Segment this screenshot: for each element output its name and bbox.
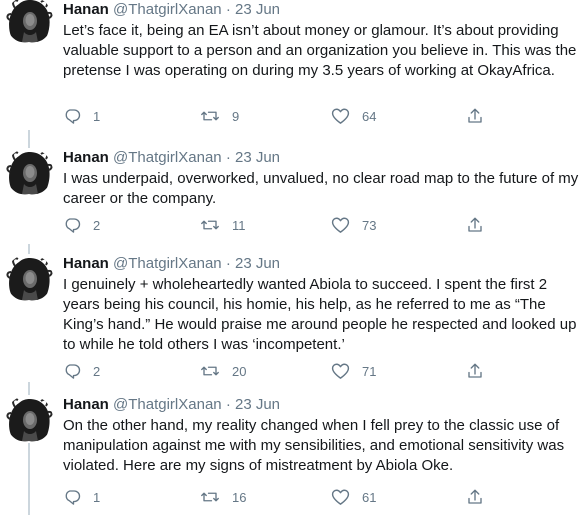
reply-icon xyxy=(63,107,81,125)
tweet-actions: 2 11 73 xyxy=(63,215,503,235)
share-button[interactable] xyxy=(466,215,484,235)
author-handle[interactable]: @ThatgirlXanan xyxy=(113,149,222,166)
like-count: 71 xyxy=(362,363,377,379)
avatar[interactable] xyxy=(5,395,53,443)
thread-connector-line xyxy=(28,244,30,254)
retweet-button[interactable]: 16 xyxy=(200,487,246,507)
separator: · xyxy=(225,396,231,413)
share-icon xyxy=(466,216,484,234)
like-button[interactable]: 64 xyxy=(331,106,376,126)
author-name[interactable]: Hanan xyxy=(63,396,109,413)
author-name[interactable]: Hanan xyxy=(63,255,109,272)
tweet-header: Hanan @ThatgirlXanan · 23 Jun xyxy=(63,0,579,20)
retweet-icon xyxy=(200,362,220,380)
author-handle[interactable]: @ThatgirlXanan xyxy=(113,1,222,18)
author-name[interactable]: Hanan xyxy=(63,1,109,18)
tweet-header: Hanan @ThatgirlXanan · 23 Jun xyxy=(63,395,579,415)
tweet-thread: Hanan @ThatgirlXanan · 23 Jun Let’s face… xyxy=(0,0,583,515)
like-button[interactable]: 73 xyxy=(331,215,376,235)
tweet-content: Hanan @ThatgirlXanan · 23 Jun On the oth… xyxy=(63,395,579,476)
tweet-content: Hanan @ThatgirlXanan · 23 Jun I was unde… xyxy=(63,148,579,209)
tweet-date[interactable]: 23 Jun xyxy=(235,149,280,166)
like-button[interactable]: 71 xyxy=(331,361,376,381)
tweet-text: I genuinely + wholeheartedly wanted Abio… xyxy=(63,276,577,353)
heart-icon xyxy=(331,216,350,234)
share-button[interactable] xyxy=(466,487,484,507)
tweet-content: Hanan @ThatgirlXanan · 23 Jun I genuinel… xyxy=(63,254,579,355)
like-count: 73 xyxy=(362,217,377,233)
reply-count: 1 xyxy=(93,489,101,505)
heart-icon xyxy=(331,107,350,125)
thread-connector-line xyxy=(28,443,30,515)
avatar[interactable] xyxy=(5,254,53,302)
thread-connector-line xyxy=(28,382,30,395)
reply-count: 2 xyxy=(93,363,101,379)
reply-icon xyxy=(63,488,81,506)
reply-button[interactable]: 2 xyxy=(63,361,100,381)
retweet-count: 11 xyxy=(232,217,246,233)
reply-icon xyxy=(63,216,81,234)
tweet-content: Hanan @ThatgirlXanan · 23 Jun Let’s face… xyxy=(63,0,579,81)
author-name[interactable]: Hanan xyxy=(63,149,109,166)
like-count: 64 xyxy=(362,108,377,124)
avatar[interactable] xyxy=(5,148,53,196)
retweet-count: 20 xyxy=(232,363,247,379)
separator: · xyxy=(225,1,231,18)
heart-icon xyxy=(331,362,350,380)
retweet-icon xyxy=(200,488,220,506)
retweet-button[interactable]: 9 xyxy=(200,106,239,126)
share-button[interactable] xyxy=(466,361,484,381)
share-icon xyxy=(466,362,484,380)
author-handle[interactable]: @ThatgirlXanan xyxy=(113,396,222,413)
like-button[interactable]: 61 xyxy=(331,487,376,507)
tweet-header: Hanan @ThatgirlXanan · 23 Jun xyxy=(63,148,579,168)
tweet-date[interactable]: 23 Jun xyxy=(235,255,280,272)
share-icon xyxy=(466,488,484,506)
retweet-icon xyxy=(200,107,220,125)
author-handle[interactable]: @ThatgirlXanan xyxy=(113,255,222,272)
tweet-actions: 1 16 61 xyxy=(63,487,503,507)
tweet-date[interactable]: 23 Jun xyxy=(235,1,280,18)
tweet-actions: 2 20 71 xyxy=(63,361,503,381)
heart-icon xyxy=(331,488,350,506)
reply-count: 1 xyxy=(93,108,101,124)
thread-connector-line xyxy=(28,130,30,148)
retweet-icon xyxy=(200,216,220,234)
avatar[interactable] xyxy=(5,0,53,44)
retweet-button[interactable]: 11 xyxy=(200,215,246,235)
retweet-count: 16 xyxy=(232,489,247,505)
reply-icon xyxy=(63,362,81,380)
reply-count: 2 xyxy=(93,217,101,233)
tweet-text: On the other hand, my reality changed wh… xyxy=(63,417,565,474)
tweet-text: I was underpaid, overworked, unvalued, n… xyxy=(63,170,579,207)
share-icon xyxy=(466,107,484,125)
tweet-text: Let’s face it, being an EA isn’t about m… xyxy=(63,22,577,79)
separator: · xyxy=(225,149,231,166)
retweet-count: 9 xyxy=(232,108,240,124)
like-count: 61 xyxy=(362,489,377,505)
tweet-actions: 1 9 64 xyxy=(63,106,503,126)
reply-button[interactable]: 1 xyxy=(63,106,100,126)
separator: · xyxy=(225,255,231,272)
reply-button[interactable]: 2 xyxy=(63,215,100,235)
tweet-header: Hanan @ThatgirlXanan · 23 Jun xyxy=(63,254,579,274)
reply-button[interactable]: 1 xyxy=(63,487,100,507)
share-button[interactable] xyxy=(466,106,484,126)
retweet-button[interactable]: 20 xyxy=(200,361,246,381)
tweet-date[interactable]: 23 Jun xyxy=(235,396,280,413)
